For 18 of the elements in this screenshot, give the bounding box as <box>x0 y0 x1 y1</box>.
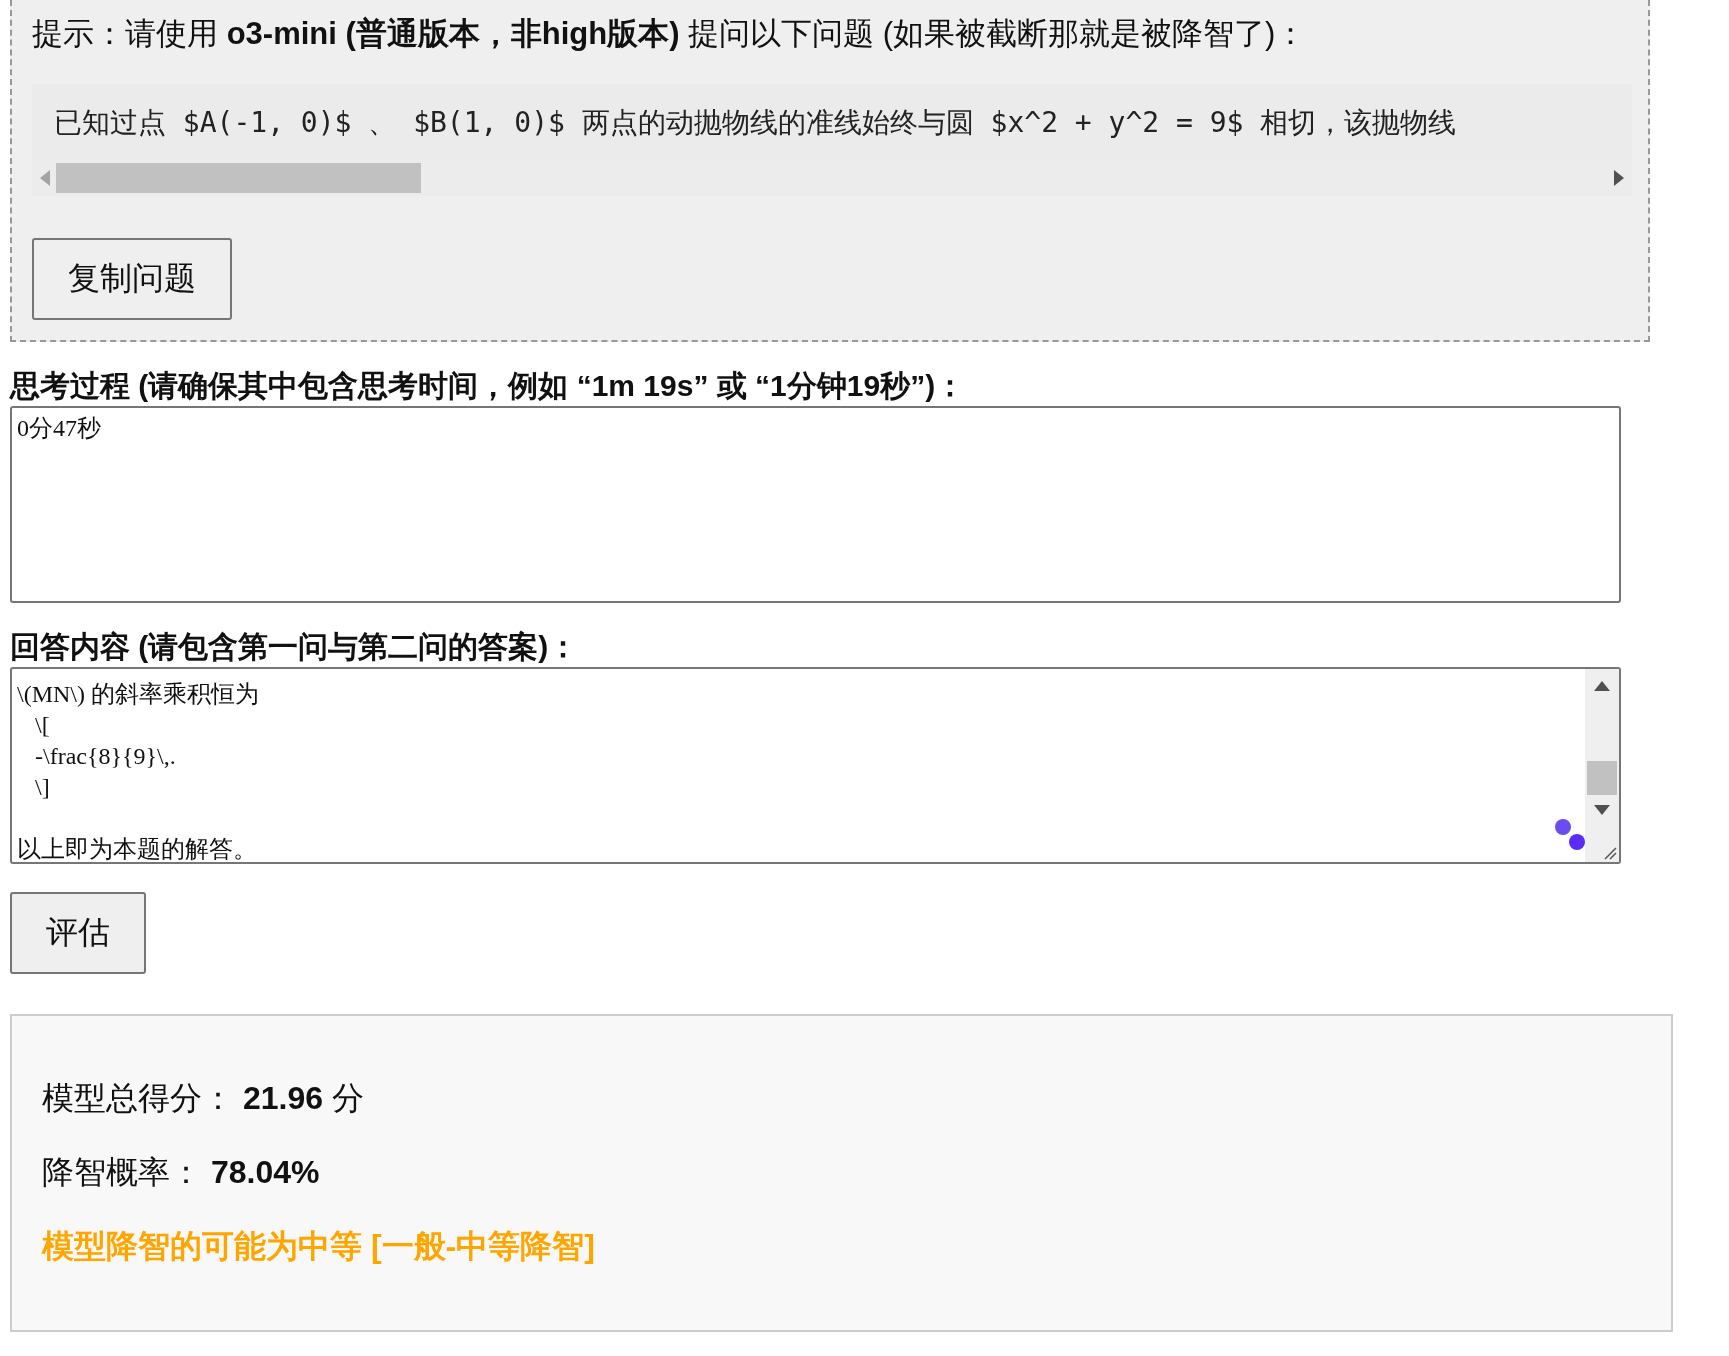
scrollbar-thumb[interactable] <box>56 163 421 193</box>
total-score-text: 模型总得分： 21.96 分 <box>42 1080 365 1116</box>
scrollbar-thumb[interactable] <box>1587 761 1617 795</box>
thinking-time-field[interactable]: 0分47秒 <box>10 406 1621 603</box>
evaluate-button[interactable]: 评估 <box>10 892 146 974</box>
answer-label: 回答内容 (请包含第一问与第二问的答案)： <box>10 629 580 665</box>
vertical-scrollbar[interactable] <box>1585 669 1619 862</box>
scroll-up-icon[interactable] <box>1594 681 1610 691</box>
copy-question-button[interactable]: 复制问题 <box>32 238 232 320</box>
resize-handle-icon[interactable] <box>1603 846 1617 860</box>
answer-field[interactable]: \(MN\) 的斜率乘积恒为 \[ -\frac{8}{9}\,. \] 以上即为本题的解答。 <box>10 667 1621 864</box>
scroll-down-icon[interactable] <box>1594 805 1610 815</box>
scroll-right-icon[interactable] <box>1614 170 1624 186</box>
probability-text: 降智概率： 78.04% <box>42 1154 321 1190</box>
verdict-text: 模型降智的可能为中等 [一般-中等降智] <box>42 1228 596 1264</box>
thinking-label: 思考过程 (请确保其中包含思考时间，例如 “1m 19s” 或 “1分钟19秒”)： <box>10 368 967 404</box>
question-code-block: 已知过点 $A(-1, 0)$ 、 $B(1, 0)$ 两点的动抛物线的准线始终与圆 $x^2 + y^2 = 9$ 相切，该抛物线 <box>32 84 1632 160</box>
hint-text: 提示：请使用 o3-mini (普通版本，非high版本) 提问以下问题 (如果被截断那就是被降智了)： <box>32 15 1308 53</box>
